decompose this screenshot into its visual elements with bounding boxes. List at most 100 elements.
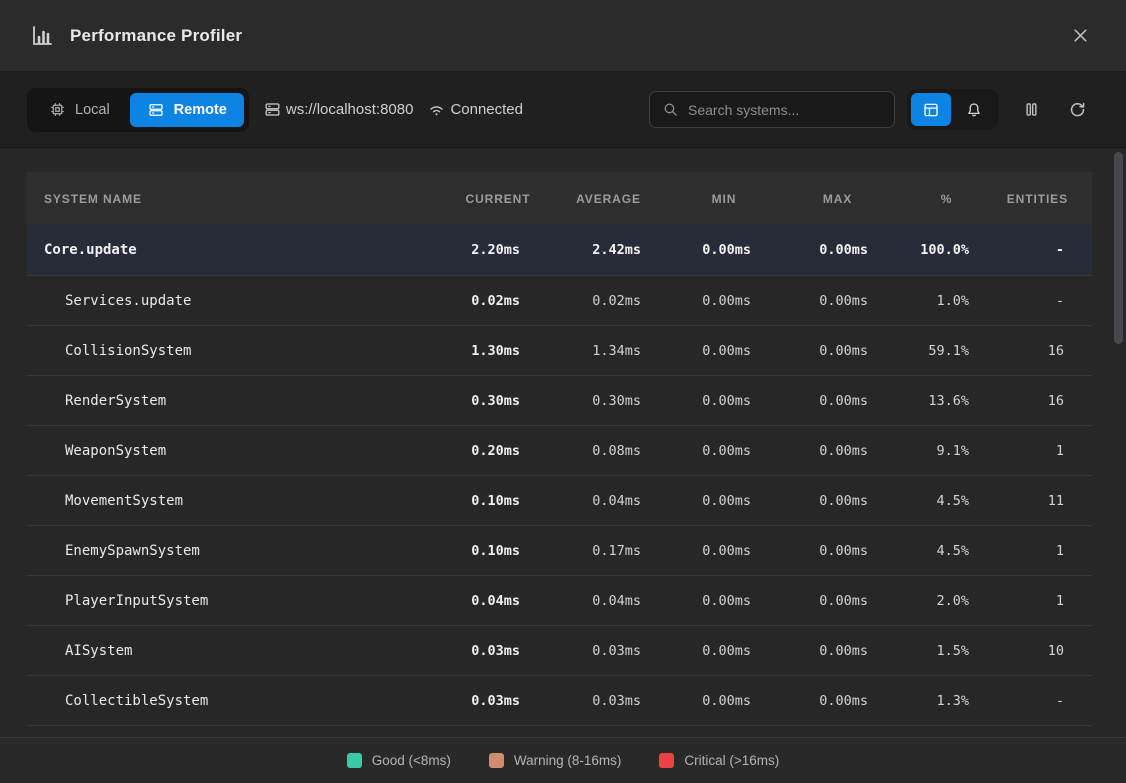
alerts-button[interactable] [954, 93, 994, 126]
entities-cell: 11 [997, 493, 1092, 509]
current-cell: 0.10ms [448, 543, 548, 559]
column-header-system-name: SYSTEM NAME [27, 192, 448, 206]
max-cell: 0.00ms [779, 593, 896, 609]
max-cell: 0.00ms [779, 543, 896, 559]
min-cell: 0.00ms [669, 393, 779, 409]
max-cell: 0.00ms [779, 293, 896, 309]
search-input[interactable] [688, 102, 882, 118]
column-header-average: AVERAGE [548, 192, 669, 206]
entities-cell: 10 [997, 643, 1092, 659]
table-row[interactable]: PlayerInputSystem0.04ms0.04ms0.00ms0.00m… [27, 575, 1092, 625]
close-button[interactable] [1064, 20, 1096, 52]
system-name-cell: WeaponSystem [27, 443, 448, 459]
current-cell: 0.03ms [448, 643, 548, 659]
server-icon [263, 100, 282, 119]
legend-label: Warning (8-16ms) [514, 753, 622, 768]
table-layout-icon [922, 101, 940, 119]
min-cell: 0.00ms [669, 343, 779, 359]
column-header-entities: ENTITIES [997, 192, 1092, 206]
column-header-max: MAX [779, 192, 896, 206]
legend-item-critical: Critical (>16ms) [659, 753, 779, 768]
table-area: SYSTEM NAME CURRENT AVERAGE MIN MAX % EN… [0, 148, 1126, 737]
legend-label: Good (<8ms) [372, 753, 451, 768]
percent-cell: 9.1% [896, 443, 997, 459]
table-row[interactable]: MovementSystem0.10ms0.04ms0.00ms0.00ms4.… [27, 475, 1092, 525]
pause-button[interactable] [1014, 93, 1048, 127]
system-name-cell: CollisionSystem [27, 343, 448, 359]
table-row[interactable]: RenderSystem0.30ms0.30ms0.00ms0.00ms13.6… [27, 375, 1092, 425]
clipped-next-row [27, 725, 1092, 733]
close-icon [1070, 25, 1091, 46]
percent-cell: 1.3% [896, 693, 997, 709]
percent-cell: 2.0% [896, 593, 997, 609]
entities-cell: - [997, 693, 1092, 709]
max-cell: 0.00ms [779, 343, 896, 359]
table-view-button[interactable] [911, 93, 951, 126]
min-cell: 0.00ms [669, 443, 779, 459]
refresh-button[interactable] [1060, 93, 1094, 127]
vertical-scrollbar[interactable] [1114, 152, 1123, 344]
average-cell: 0.08ms [548, 443, 669, 459]
average-cell: 0.03ms [548, 643, 669, 659]
page-title: Performance Profiler [70, 26, 242, 46]
system-name-cell: MovementSystem [27, 493, 448, 509]
websocket-url-text: ws://localhost:8080 [286, 101, 414, 118]
max-cell: 0.00ms [779, 443, 896, 459]
good-color-swatch [347, 753, 362, 768]
websocket-url: ws://localhost:8080 [263, 100, 414, 119]
remote-mode-button[interactable]: Remote [130, 93, 244, 127]
table-body: Core.update2.20ms2.42ms0.00ms0.00ms100.0… [27, 225, 1092, 725]
current-cell: 0.20ms [448, 443, 548, 459]
window-header: Performance Profiler [0, 0, 1126, 72]
min-cell: 0.00ms [669, 643, 779, 659]
average-cell: 0.17ms [548, 543, 669, 559]
percent-cell: 13.6% [896, 393, 997, 409]
percent-cell: 4.5% [896, 543, 997, 559]
server-icon [147, 101, 165, 119]
performance-profiler-window: Performance Profiler Local [0, 0, 1126, 783]
entities-cell: 16 [997, 393, 1092, 409]
legend-label: Critical (>16ms) [684, 753, 779, 768]
current-cell: 0.30ms [448, 393, 548, 409]
table-row[interactable]: Core.update2.20ms2.42ms0.00ms0.00ms100.0… [27, 225, 1092, 275]
system-name-cell: RenderSystem [27, 393, 448, 409]
current-cell: 0.04ms [448, 593, 548, 609]
entities-cell: 1 [997, 443, 1092, 459]
pause-icon [1022, 100, 1041, 119]
current-cell: 0.02ms [448, 293, 548, 309]
table-row[interactable]: WeaponSystem0.20ms0.08ms0.00ms0.00ms9.1%… [27, 425, 1092, 475]
entities-cell: 1 [997, 543, 1092, 559]
table-row[interactable]: Services.update0.02ms0.02ms0.00ms0.00ms1… [27, 275, 1092, 325]
table-header-row: SYSTEM NAME CURRENT AVERAGE MIN MAX % EN… [27, 172, 1092, 225]
bell-icon [965, 101, 983, 119]
entities-cell: - [997, 293, 1092, 309]
system-name-cell: Core.update [27, 242, 448, 258]
system-name-cell: Services.update [27, 293, 448, 309]
column-header-min: MIN [669, 192, 779, 206]
current-cell: 2.20ms [448, 242, 548, 258]
system-name-cell: AISystem [27, 643, 448, 659]
warning-color-swatch [489, 753, 504, 768]
max-cell: 0.00ms [779, 643, 896, 659]
min-cell: 0.00ms [669, 693, 779, 709]
cpu-chip-icon [49, 101, 66, 118]
average-cell: 0.04ms [548, 593, 669, 609]
table-row[interactable]: EnemySpawnSystem0.10ms0.17ms0.00ms0.00ms… [27, 525, 1092, 575]
current-cell: 0.03ms [448, 693, 548, 709]
table-row[interactable]: CollisionSystem1.30ms1.34ms0.00ms0.00ms5… [27, 325, 1092, 375]
average-cell: 2.42ms [548, 242, 669, 258]
local-mode-label: Local [75, 102, 110, 118]
local-mode-button[interactable]: Local [32, 93, 127, 127]
systems-table: SYSTEM NAME CURRENT AVERAGE MIN MAX % EN… [27, 172, 1092, 733]
max-cell: 0.00ms [779, 693, 896, 709]
toolbar: Local Remote [0, 72, 1126, 148]
percent-cell: 59.1% [896, 343, 997, 359]
entities-cell: 16 [997, 343, 1092, 359]
table-row[interactable]: AISystem0.03ms0.03ms0.00ms0.00ms1.5%10 [27, 625, 1092, 675]
wifi-icon [427, 100, 446, 119]
legend-item-good: Good (<8ms) [347, 753, 451, 768]
entities-cell: - [997, 242, 1092, 258]
table-row[interactable]: CollectibleSystem0.03ms0.03ms0.00ms0.00m… [27, 675, 1092, 725]
max-cell: 0.00ms [779, 393, 896, 409]
column-header-current: CURRENT [448, 192, 548, 206]
